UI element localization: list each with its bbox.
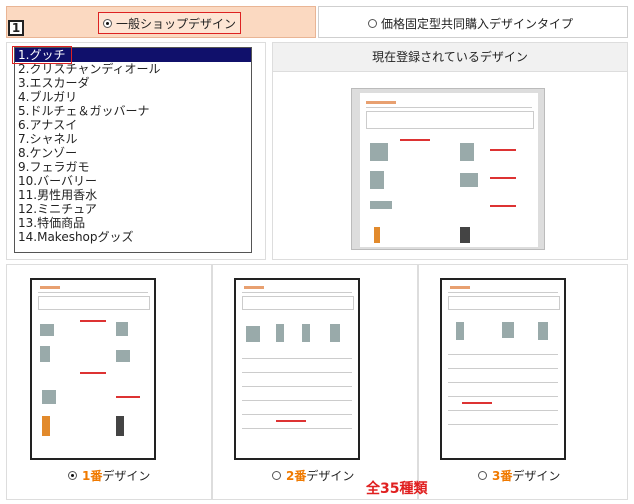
list-item[interactable]: 11.男性用香水 [15, 188, 251, 202]
list-item[interactable]: 9.フェラガモ [15, 160, 251, 174]
design-3-suffix: デザイン [512, 469, 561, 483]
list-item[interactable]: 6.アナスイ [15, 118, 251, 132]
design-1-preview-image[interactable] [30, 278, 156, 460]
step-number-badge: 1 [8, 20, 24, 36]
list-item[interactable]: 13.特価商品 [15, 216, 251, 230]
list-item[interactable]: 5.ドルチェ＆ガッバーナ [15, 104, 251, 118]
fixed-price-group-buy-label: 価格固定型共同購入デザインタイプ [381, 16, 574, 31]
radio-design-1[interactable] [68, 471, 77, 480]
current-design-heading: 現在登録されているデザイン [273, 43, 627, 72]
design-1-suffix: デザイン [102, 469, 151, 483]
general-shop-design-option[interactable]: 一般ショップデザイン [98, 12, 242, 34]
radio-general-shop-design[interactable] [103, 18, 112, 28]
design-1-number: 1番 [82, 469, 103, 483]
list-item[interactable]: 3.エスカーダ [15, 76, 251, 90]
design-2-preview-image[interactable] [234, 278, 360, 460]
list-item[interactable]: 14.Makeshopグッズ [15, 230, 251, 244]
design-2-suffix: デザイン [306, 469, 355, 483]
design-3-option[interactable]: 3番デザイン [478, 467, 560, 484]
general-shop-design-label: 一般ショップデザイン [116, 16, 237, 31]
list-item[interactable]: 8.ケンゾー [15, 146, 251, 160]
list-item[interactable]: 12.ミニチュア [15, 202, 251, 216]
design-3-number: 3番 [492, 469, 513, 483]
total-design-count: 全35種類 [366, 481, 428, 497]
design-2-option[interactable]: 2番デザイン [272, 467, 354, 484]
list-item[interactable]: 4.ブルガリ [15, 90, 251, 104]
fixed-price-group-buy-option[interactable]: 価格固定型共同購入デザインタイプ [368, 13, 573, 33]
radio-design-3[interactable] [478, 471, 487, 480]
design-1-option[interactable]: 1番デザイン [68, 467, 150, 484]
list-item[interactable]: 7.シャネル [15, 132, 251, 146]
list-item[interactable]: 10.バーバリー [15, 174, 251, 188]
radio-design-2[interactable] [272, 471, 281, 480]
design-3-preview-image[interactable] [440, 278, 566, 460]
selected-item-highlight [12, 46, 72, 64]
design-2-number: 2番 [286, 469, 307, 483]
current-design-preview-image [351, 88, 545, 250]
radio-fixed-price-group-buy[interactable] [368, 18, 377, 28]
list-item[interactable]: 2.クリスチャンディオール [15, 62, 251, 76]
design-category-listbox[interactable]: 1.グッチ 2.クリスチャンディオール 3.エスカーダ 4.ブルガリ 5.ドルチ… [14, 47, 252, 253]
